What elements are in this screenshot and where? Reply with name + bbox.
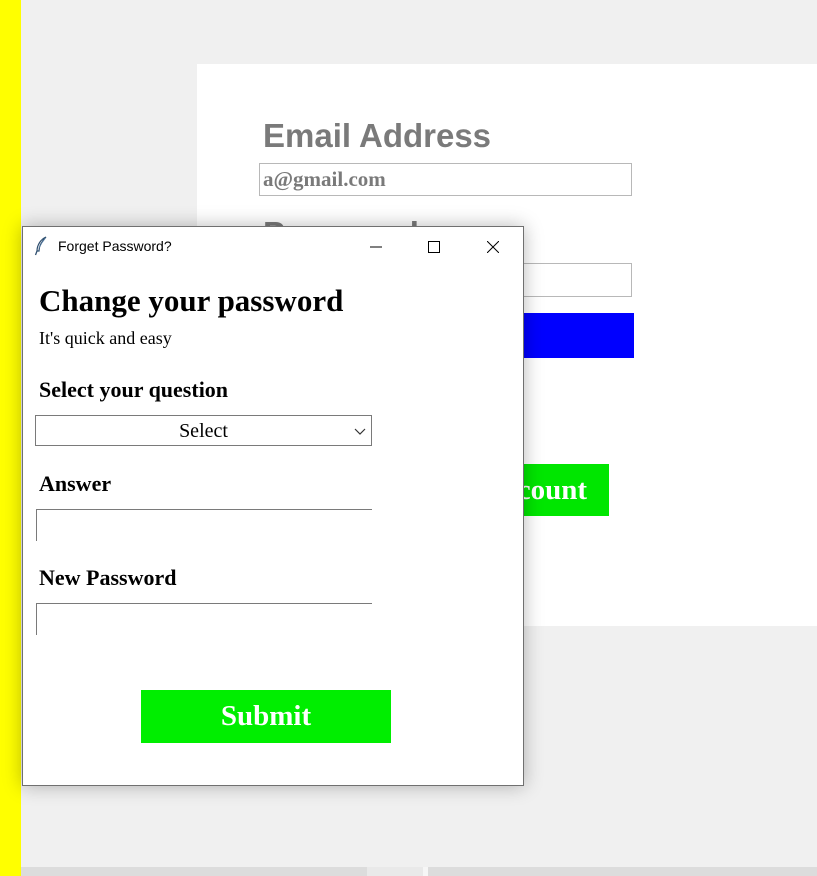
answer-field[interactable] [36, 509, 372, 541]
feather-icon [34, 236, 47, 256]
bottom-scroll-area-right [428, 867, 817, 876]
create-account-label: count [517, 474, 587, 506]
question-select[interactable]: Select [35, 415, 372, 446]
dialog-body: Change your password It's quick and easy… [23, 266, 523, 785]
chevron-down-icon [354, 428, 366, 435]
question-select-value: Select [179, 420, 228, 442]
new-password-field[interactable] [36, 603, 372, 635]
bottom-scroll-area [21, 867, 367, 876]
subtitle: It's quick and easy [39, 328, 172, 348]
minimize-icon [370, 246, 382, 247]
yellow-side-strip [0, 0, 21, 876]
email-label: Email Address [263, 117, 492, 154]
answer-label: Answer [39, 471, 112, 496]
forget-password-dialog: Forget Password? Change your password It… [22, 226, 524, 786]
close-button[interactable] [464, 227, 522, 266]
maximize-icon [428, 240, 440, 253]
question-label: Select your question [39, 377, 229, 402]
bottom-scroll-thumb[interactable] [367, 867, 423, 876]
maximize-button[interactable] [405, 227, 463, 266]
email-field[interactable]: a@gmail.com [259, 163, 632, 196]
close-icon [487, 240, 499, 253]
page-title: Change your password [39, 283, 344, 318]
minimize-button[interactable] [347, 227, 405, 266]
new-password-label: New Password [39, 565, 177, 590]
window-title: Forget Password? [58, 238, 172, 254]
submit-button[interactable]: Submit [141, 690, 391, 743]
title-bar[interactable]: Forget Password? [23, 227, 523, 266]
